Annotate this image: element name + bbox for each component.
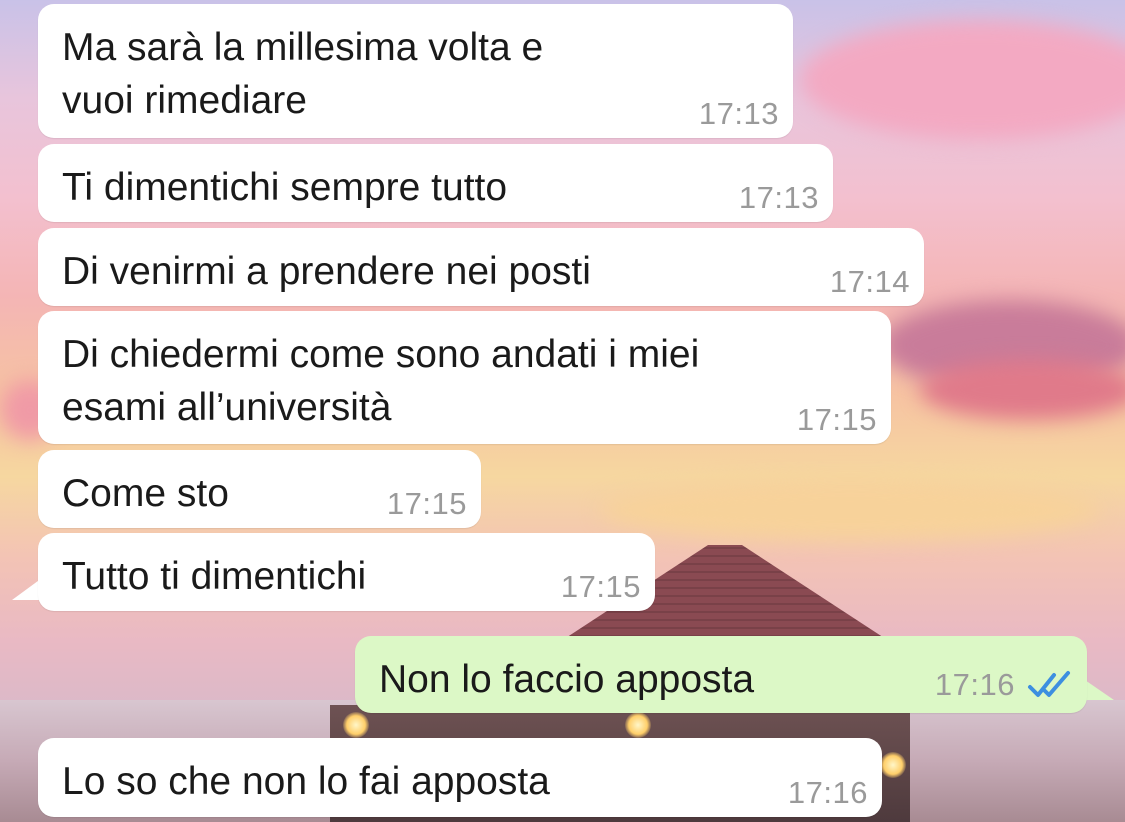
incoming-message[interactable]: Di venirmi a prendere nei posti 17:14 (38, 228, 924, 306)
incoming-message[interactable]: Tutto ti dimentichi 17:15 (38, 533, 655, 611)
message-text: Ti dimentichi sempre tutto (62, 166, 508, 209)
message-timestamp: 17:16 (787, 775, 868, 810)
incoming-message[interactable]: Ti dimentichi sempre tutto 17:13 (38, 144, 833, 222)
double-check-icon (1028, 671, 1070, 697)
incoming-message[interactable]: Come sto 17:15 (38, 450, 481, 528)
message-text: Lo so che non lo fai apposta (62, 760, 550, 803)
message-timestamp: 17:15 (796, 402, 877, 437)
message-timestamp: 17:15 (560, 569, 641, 604)
incoming-message[interactable]: Di chiedermi come sono andati i miei esa… (38, 311, 891, 444)
message-text: Ma sarà la millesima volta e vuoi rimedi… (62, 26, 544, 122)
message-timestamp: 17:16 (934, 667, 1015, 702)
message-timestamp: 17:14 (829, 264, 910, 299)
message-timestamp: 17:13 (738, 180, 819, 215)
outgoing-message[interactable]: Non lo faccio apposta 17:16 (355, 636, 1087, 713)
message-text: Di venirmi a prendere nei posti (62, 250, 591, 293)
message-text: Di chiedermi come sono andati i miei esa… (62, 333, 700, 429)
incoming-message[interactable]: Ma sarà la millesima volta e vuoi rimedi… (38, 4, 793, 138)
incoming-message[interactable]: Lo so che non lo fai apposta 17:16 (38, 738, 882, 817)
message-timestamp: 17:13 (698, 96, 779, 131)
message-timestamp: 17:15 (386, 486, 467, 521)
message-text: Tutto ti dimentichi (62, 555, 367, 598)
